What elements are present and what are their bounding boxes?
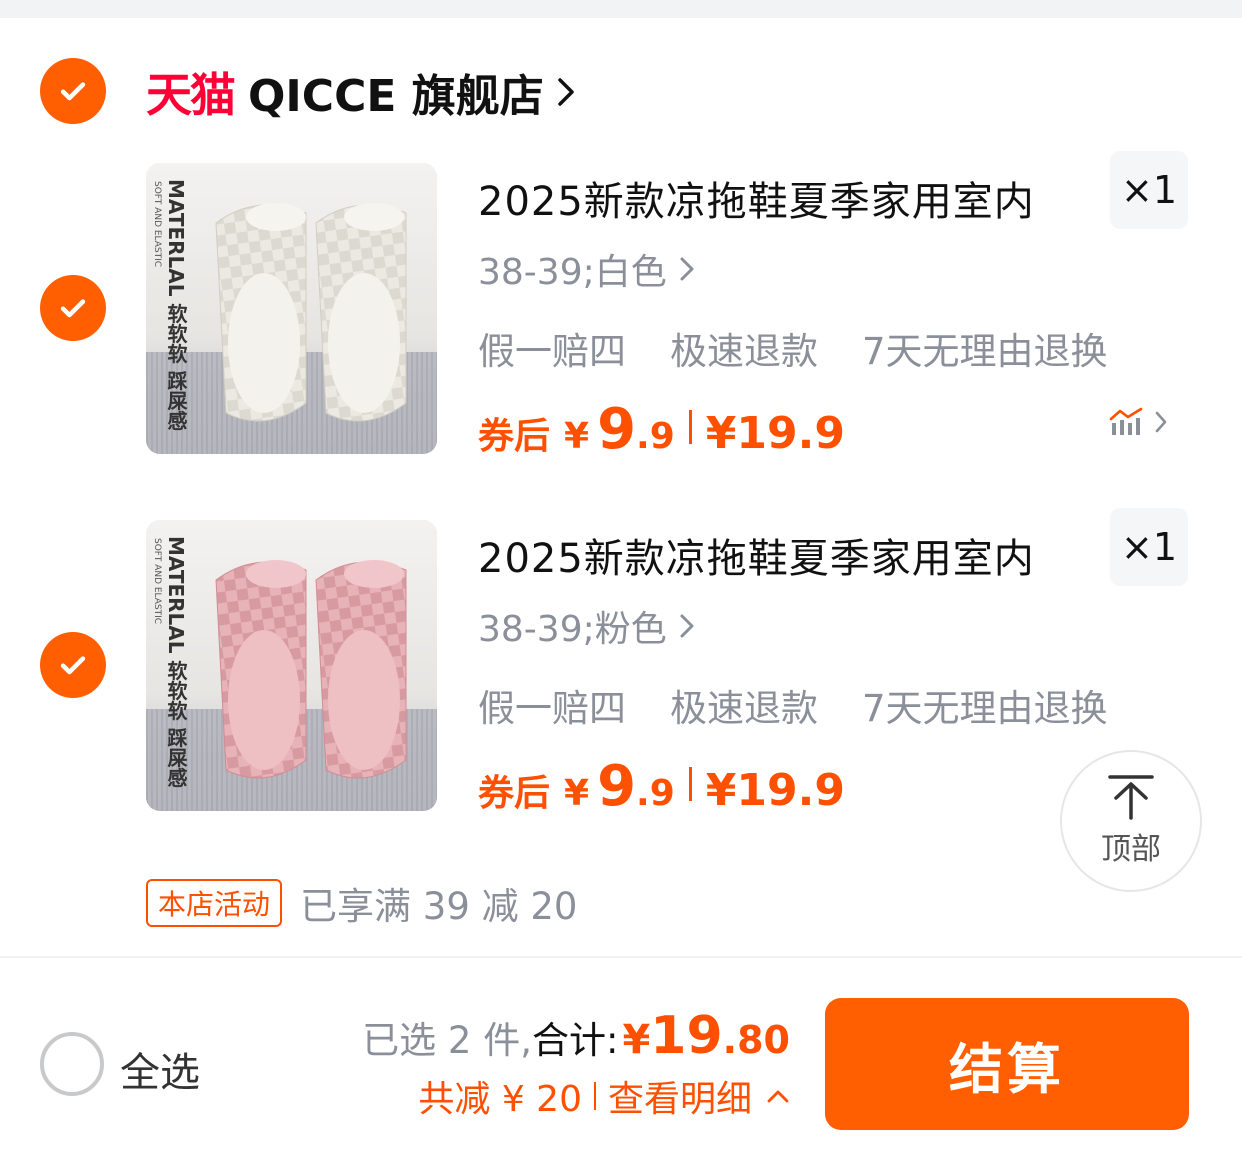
thumb-small-text: SOFT AND ELASTIC [152, 181, 162, 268]
price-row: 券后 ¥ 9 .9 ¥19.9 [478, 754, 845, 819]
price-currency: ¥ [564, 773, 590, 814]
cart-item: SOFT AND ELASTIC MATERLAL 软软软 踩屎感 2025新款… [0, 508, 1242, 820]
sku-selector[interactable]: 38-39;白色 [478, 243, 695, 295]
price-divider [688, 410, 692, 444]
slipper-illustration [215, 560, 407, 779]
thumb-small-text: SOFT AND ELASTIC [152, 538, 162, 625]
service-tag: 假一赔四 [478, 330, 626, 373]
back-to-top-button[interactable]: 顶部 [1060, 750, 1202, 892]
service-tag: 假一赔四 [478, 687, 626, 730]
coupon-price-dec: .9 [636, 773, 675, 814]
coupon-label: 券后 [478, 773, 551, 814]
store-header[interactable]: 天猫 QICCE 旗舰店 [0, 58, 1242, 124]
sku-label: 38-39;粉色 [478, 609, 667, 650]
chevron-right-icon [1155, 411, 1167, 433]
service-tag: 7天无理由退换 [862, 687, 1108, 730]
price-trend-button[interactable] [1108, 407, 1168, 437]
back-to-top-label: 顶部 [1101, 832, 1161, 867]
tmall-logo: 天猫 [146, 68, 236, 122]
arrow-up-icon [1108, 775, 1154, 820]
chevron-right-icon [557, 78, 574, 106]
product-image[interactable]: SOFT AND ELASTIC MATERLAL 软软软 踩屎感 [146, 520, 437, 811]
promo-badge: 本店活动 [146, 879, 283, 927]
service-tags: 假一赔四 极速退款 7天无理由退换 [478, 678, 1108, 732]
summary-divider [593, 1082, 596, 1110]
check-icon [60, 656, 86, 675]
total-amount-dec: .80 [722, 1018, 790, 1062]
product-title[interactable]: 2025新款凉拖鞋夏季家用室内 [478, 169, 1035, 227]
service-tag: 极速退款 [670, 687, 818, 730]
chevron-up-icon [767, 1090, 789, 1103]
select-all-checkbox[interactable] [40, 1032, 104, 1096]
original-price: ¥19.9 [705, 765, 845, 816]
service-tags: 假一赔四 极速退款 7天无理由退换 [478, 321, 1108, 375]
order-summary: 已选 2 件, 合计: ¥ 19 .80 共减 ¥ 20 查看明细 [362, 1006, 790, 1122]
chevron-right-icon [680, 257, 694, 281]
quantity-button[interactable]: ×1 [1110, 508, 1188, 586]
store-name: QICCE 旗舰店 [248, 71, 544, 122]
total-label: 合计: [531, 1019, 619, 1062]
store-link[interactable]: 天猫 QICCE 旗舰店 [146, 62, 576, 122]
store-promo[interactable]: 本店活动 已享满 39 减 20 [146, 876, 577, 930]
total-currency: ¥ [622, 1017, 651, 1063]
item-checkbox[interactable] [40, 632, 106, 698]
check-icon [60, 299, 86, 318]
thumb-text: MATERLAL 软软软 踩屎感 [164, 179, 188, 431]
coupon-price-int: 9 [597, 754, 637, 819]
price-row: 券后 ¥ 9 .9 ¥19.9 [478, 397, 845, 462]
store-checkbox[interactable] [40, 58, 106, 124]
price-currency: ¥ [564, 416, 590, 457]
total-amount-int: 19 [650, 1006, 723, 1066]
promo-text: 已享满 39 减 20 [300, 885, 578, 928]
price-divider [688, 767, 692, 801]
chevron-right-icon [680, 614, 694, 638]
sku-label: 38-39;白色 [478, 252, 667, 293]
sku-selector[interactable]: 38-39;粉色 [478, 600, 695, 652]
original-price: ¥19.9 [705, 408, 845, 459]
check-icon [60, 82, 86, 101]
product-title[interactable]: 2025新款凉拖鞋夏季家用室内 [478, 526, 1035, 584]
cart-item: SOFT AND ELASTIC MATERLAL 软软软 踩屎感 2025新款… [0, 151, 1242, 463]
select-all-label[interactable]: 全选 [120, 1040, 200, 1098]
discount-detail-toggle[interactable]: 共减 ¥ 20 查看明细 [362, 1070, 790, 1122]
coupon-price-dec: .9 [636, 416, 675, 457]
slipper-illustration [215, 203, 407, 422]
checkout-button[interactable]: 结算 [825, 998, 1189, 1130]
checkout-bar: 全选 已选 2 件, 合计: ¥ 19 .80 共减 ¥ 20 查看明细 结算 [0, 958, 1242, 1150]
item-checkbox[interactable] [40, 275, 106, 341]
selected-count: 已选 2 件, [362, 1019, 532, 1062]
thumb-text: MATERLAL 软软软 踩屎感 [164, 536, 188, 788]
quantity-button[interactable]: ×1 [1110, 151, 1188, 229]
discount-total: 共减 ¥ 20 [418, 1079, 582, 1120]
service-tag: 极速退款 [670, 330, 818, 373]
service-tag: 7天无理由退换 [862, 330, 1108, 373]
coupon-price-int: 9 [597, 397, 637, 462]
price-trend-icon [1109, 407, 1143, 435]
coupon-label: 券后 [478, 416, 551, 457]
view-detail-label: 查看明细 [607, 1079, 752, 1120]
top-bar [0, 0, 1242, 18]
product-image[interactable]: SOFT AND ELASTIC MATERLAL 软软软 踩屎感 [146, 163, 437, 454]
